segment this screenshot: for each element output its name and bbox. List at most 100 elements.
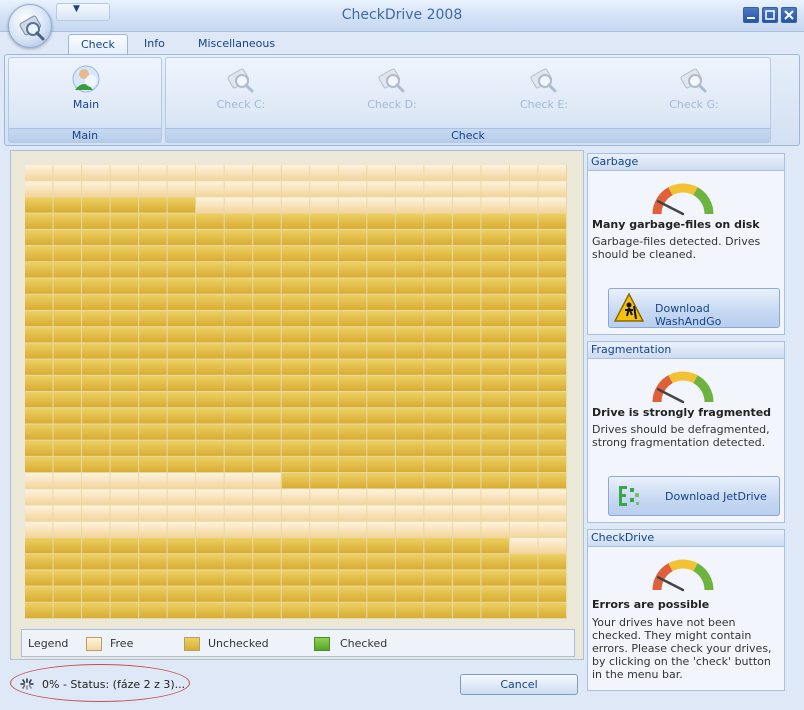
disk-cell-unchecked <box>53 246 82 262</box>
disk-cell-free <box>452 165 481 181</box>
disk-cell-free <box>253 505 281 521</box>
disk-cell-free <box>538 181 566 197</box>
check-d-button[interactable]: Check D: <box>352 64 432 116</box>
disk-cell-unchecked <box>481 392 509 408</box>
cancel-button[interactable]: Cancel <box>460 674 578 695</box>
check-g-button[interactable]: Check G: <box>654 64 734 116</box>
disk-cell-unchecked <box>53 343 82 359</box>
disk-cell-unchecked <box>310 375 338 391</box>
legend-label-checked: Checked <box>340 637 388 650</box>
disk-cell-unchecked <box>196 554 224 570</box>
disk-cell-unchecked <box>538 408 566 424</box>
download-jetdrive-button[interactable]: Download JetDrive <box>608 476 780 516</box>
disk-cell-unchecked <box>424 570 452 586</box>
disk-cell-unchecked <box>110 375 139 391</box>
disk-cell-unchecked <box>253 229 281 246</box>
disk-cell-unchecked <box>167 424 196 440</box>
disk-cell-unchecked <box>424 375 452 391</box>
disk-cell-unchecked <box>481 408 509 424</box>
disk-cell-free <box>25 473 53 489</box>
drive-search-icon <box>680 68 707 93</box>
disk-cell-unchecked <box>452 570 481 586</box>
disk-cell-unchecked <box>310 262 338 278</box>
disk-cell-free <box>53 489 82 505</box>
disk-cell-unchecked <box>139 327 167 343</box>
disk-cell-unchecked <box>452 554 481 570</box>
disk-cell-unchecked <box>82 213 110 229</box>
garbage-header: Garbage <box>588 154 784 171</box>
download-washandgo-button[interactable]: Download WashAndGo <box>608 288 780 328</box>
disk-cell-unchecked <box>481 554 509 570</box>
disk-cell-unchecked <box>395 473 424 489</box>
drive-search-icon <box>227 68 254 93</box>
disk-cell-unchecked <box>452 424 481 440</box>
legend: Legend Free Unchecked Checked <box>21 629 575 657</box>
disk-cell-unchecked <box>424 424 452 440</box>
disk-cell-unchecked <box>110 229 139 246</box>
disk-cell-unchecked <box>224 570 253 586</box>
disk-cell-free <box>224 197 253 213</box>
disk-cell-unchecked <box>196 359 224 375</box>
disk-cell-unchecked <box>196 213 224 229</box>
app-menu-button[interactable] <box>8 4 52 48</box>
disk-cell-unchecked <box>367 213 395 229</box>
download-jetdrive-label: Download JetDrive <box>665 490 767 503</box>
tab-miscellaneous[interactable]: Miscellaneous <box>186 34 287 55</box>
disk-cell-unchecked <box>139 278 167 294</box>
check-e-button[interactable]: Check E: <box>504 64 584 116</box>
disk-cell-unchecked <box>253 310 281 327</box>
disk-cell-unchecked <box>25 262 53 278</box>
disk-cell-unchecked <box>281 424 310 440</box>
disk-cell-unchecked <box>452 586 481 602</box>
disk-cell-unchecked <box>509 229 538 246</box>
disk-cell-unchecked <box>25 375 53 391</box>
disk-cell-unchecked <box>82 310 110 327</box>
check-c-button[interactable]: Check C: <box>201 64 281 116</box>
disk-cell-free <box>110 521 139 537</box>
disk-cell-unchecked <box>481 473 509 489</box>
disk-cell-free <box>310 505 338 521</box>
disk-cell-unchecked <box>338 440 367 456</box>
disk-cell-unchecked <box>167 343 196 359</box>
disk-cell-free <box>25 489 53 505</box>
disk-cell-unchecked <box>481 424 509 440</box>
maximize-icon[interactable] <box>762 7 778 23</box>
disk-cell-unchecked <box>395 278 424 294</box>
disk-cell-unchecked <box>452 213 481 229</box>
disk-cell-unchecked <box>110 424 139 440</box>
disk-cell-unchecked <box>53 408 82 424</box>
disk-cell-unchecked <box>509 408 538 424</box>
disk-cell-unchecked <box>481 570 509 586</box>
disk-cell-unchecked <box>82 262 110 278</box>
disk-cell-unchecked <box>25 246 53 262</box>
minimize-icon[interactable] <box>743 7 759 23</box>
disk-cell-free <box>139 521 167 537</box>
disk-cell-unchecked <box>224 278 253 294</box>
disk-cell-unchecked <box>281 343 310 359</box>
disk-cell-free <box>538 197 566 213</box>
disk-cell-free <box>481 521 509 537</box>
disk-cell-unchecked <box>395 343 424 359</box>
disk-cell-unchecked <box>481 294 509 310</box>
disk-cell-free <box>310 165 338 181</box>
disk-cell-unchecked <box>253 408 281 424</box>
tab-info[interactable]: Info <box>132 34 177 55</box>
tab-check[interactable]: Check <box>68 34 128 55</box>
disk-cell-free <box>452 181 481 197</box>
disk-cell-unchecked <box>367 359 395 375</box>
disk-cell-unchecked <box>196 375 224 391</box>
disk-cell-unchecked <box>110 327 139 343</box>
disk-cell-unchecked <box>110 359 139 375</box>
disk-cell-unchecked <box>395 440 424 456</box>
disk-cell-unchecked <box>452 278 481 294</box>
checkdrive-text: Your drives have not been checked. They … <box>592 616 772 681</box>
disk-cell-unchecked <box>424 278 452 294</box>
close-icon[interactable] <box>781 7 797 23</box>
disk-cell-unchecked <box>82 375 110 391</box>
disk-cell-unchecked <box>167 440 196 456</box>
disk-cell-unchecked <box>538 440 566 456</box>
disk-cell-free <box>139 181 167 197</box>
disk-cell-free <box>253 521 281 537</box>
main-button[interactable]: Main <box>46 64 126 116</box>
disk-cell-unchecked <box>253 456 281 473</box>
